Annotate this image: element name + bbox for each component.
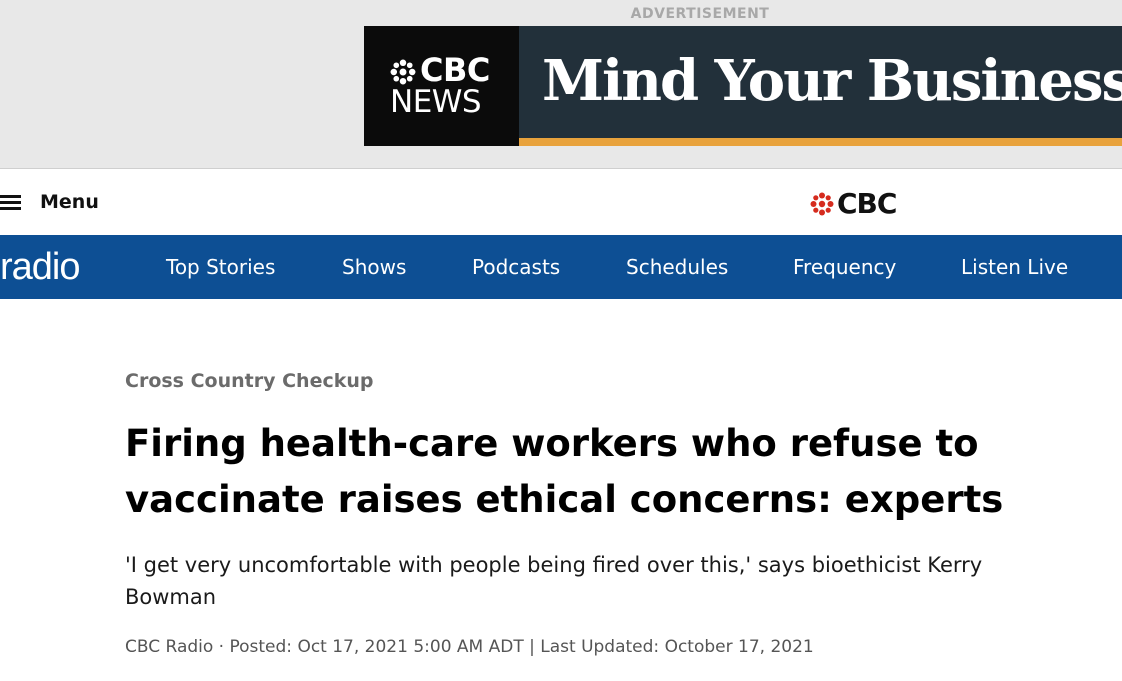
article-kicker-link[interactable]: Cross Country Checkup: [125, 369, 373, 393]
ad-headline: Mind Your Business: [542, 48, 1122, 114]
radio-nav-bar: radio Top Stories Shows Podcasts Schedul…: [0, 235, 1122, 299]
nav-item-top-stories[interactable]: Top Stories: [166, 255, 275, 279]
ad-logo-cbc-text: CBC: [420, 51, 490, 89]
nav-item-shows[interactable]: Shows: [342, 255, 406, 279]
article-subheadline: 'I get very uncomfortable with people be…: [125, 553, 983, 609]
ad-accent-stripe: [519, 138, 1122, 146]
nav-item-podcasts[interactable]: Podcasts: [472, 255, 560, 279]
cbc-logo-link[interactable]: CBC: [810, 187, 897, 220]
menu-button[interactable]: Menu: [0, 189, 99, 215]
radio-brand-link[interactable]: radio: [0, 245, 80, 289]
article-headline: Firing health-care workers who refuse to…: [125, 422, 1004, 521]
hamburger-icon: [0, 194, 21, 210]
cbc-gem-icon: [810, 192, 834, 215]
ad-logo-news-text: NEWS: [390, 84, 482, 120]
ad-banner[interactable]: CBC NEWS Mind Your Business: [364, 26, 1122, 146]
nav-item-listen-live[interactable]: Listen Live: [961, 255, 1068, 279]
article-byline: CBC Radio · Posted: Oct 17, 2021 5:00 AM…: [125, 637, 814, 657]
nav-item-frequency[interactable]: Frequency: [793, 255, 896, 279]
ad-label: ADVERTISEMENT: [630, 6, 770, 22]
cbc-gem-icon: [390, 59, 416, 85]
ad-cbc-news-logo: CBC NEWS: [364, 26, 519, 146]
nav-item-schedules[interactable]: Schedules: [626, 255, 728, 279]
site-header: Menu CBC: [0, 169, 1122, 235]
ad-strip: ADVERTISEMENT CBC NEWS Mind Your Busines…: [0, 0, 1122, 169]
menu-label: Menu: [40, 191, 99, 213]
cbc-logo-text: CBC: [837, 187, 897, 220]
